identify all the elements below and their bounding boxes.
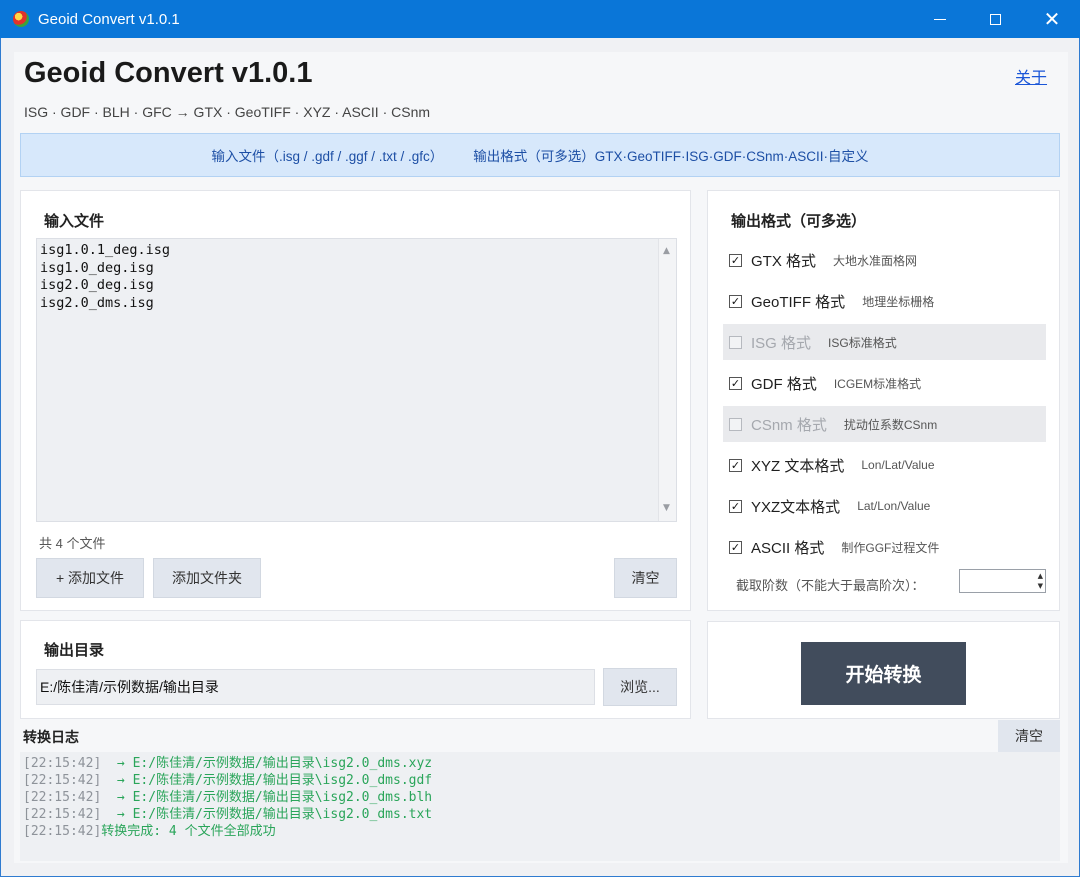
format-option[interactable]: ✓ GDF 格式 ICGEM标准格式	[723, 365, 1046, 401]
list-item[interactable]: isg1.0_deg.isg	[40, 260, 676, 278]
truncation-spinbox[interactable]: ▲ ▼	[959, 569, 1046, 593]
format-checkbox[interactable]: ✓	[729, 294, 742, 308]
format-checkbox	[729, 335, 742, 349]
checkmark-icon: ✓	[730, 540, 741, 554]
checkmark-icon: ✓	[730, 499, 741, 513]
clear-files-button[interactable]: 清空	[614, 558, 677, 598]
maximize-icon	[989, 13, 1001, 25]
format-name: GTX 格式	[751, 252, 817, 270]
output-formats-panel: 输出格式（可多选） ✓ GTX 格式 大地水准面格网 ✓ GeoTIFF 格式 地理坐标栅…	[707, 190, 1060, 611]
format-name: GeoTIFF 格式	[751, 293, 846, 311]
input-files-title: 输入文件	[44, 213, 105, 230]
truncation-label: 截取阶数（不能大于最高阶次）：	[736, 578, 925, 593]
format-description: ICGEM标准格式	[833, 376, 922, 391]
log-title: 转换日志	[23, 729, 79, 745]
minimize-button[interactable]	[914, 0, 966, 38]
add-folder-button[interactable]: 添加文件夹	[153, 558, 261, 598]
output-directory-title: 输出目录	[44, 642, 105, 659]
format-option: CSnm 格式 扰动位系数CSnm	[723, 406, 1046, 442]
about-link[interactable]: 关于	[1015, 64, 1047, 88]
format-option[interactable]: ✓ YXZ文本格式 Lat/Lon/Value	[723, 488, 1046, 524]
log-line: [22:15:42] → E:/陈佳清/示例数据/输出目录\isg2.0_dms…	[23, 755, 1060, 772]
format-option: ISG 格式 ISG标准格式	[723, 324, 1046, 360]
info-banner: 输入文件（.isg / .gdf / .ggf / .txt / .gfc） 输…	[20, 133, 1060, 177]
list-item[interactable]: isg1.0.1_deg.isg	[40, 242, 676, 260]
format-name: XYZ 文本格式	[751, 457, 845, 475]
format-name: ISG 格式	[751, 334, 812, 352]
checkmark-icon: ✓	[730, 376, 741, 390]
banner-output-info: 输出格式（可多选）GTX·GeoTIFF·ISG·GDF·CSnm·ASCII·…	[473, 149, 869, 164]
spin-up-icon[interactable]: ▲	[1038, 572, 1043, 580]
app-subtitle: ISG · GDF · BLH · GFC → GTX · GeoTIFF · …	[24, 104, 431, 120]
input-files-panel: 输入文件 isg1.0.1_deg.isg isg1.0_deg.isg isg…	[20, 190, 691, 611]
format-checkbox[interactable]: ✓	[729, 376, 742, 390]
window-title: Geoid Convert v1.0.1	[38, 10, 180, 28]
output-formats-title: 输出格式（可多选）	[731, 213, 867, 230]
start-convert-button[interactable]: 开始转换	[801, 642, 966, 705]
format-name: ASCII 格式	[751, 539, 825, 557]
log-timestamp: [22:15:42]	[23, 807, 102, 822]
file-list[interactable]: isg1.0.1_deg.isg isg1.0_deg.isg isg2.0_d…	[36, 238, 677, 522]
checkmark-icon: ✓	[730, 253, 741, 267]
clear-log-button[interactable]: 清空	[998, 720, 1060, 752]
log-timestamp: [22:15:42]	[23, 756, 102, 771]
format-description: 扰动位系数CSnm	[843, 417, 938, 432]
spin-down-icon[interactable]: ▼	[1038, 582, 1043, 590]
log-line: [22:15:42] → E:/陈佳清/示例数据/输出目录\isg2.0_dms…	[23, 806, 1060, 823]
format-description: 地理坐标栅格	[862, 294, 935, 309]
format-name: CSnm 格式	[751, 416, 827, 434]
format-description: ISG标准格式	[828, 335, 897, 350]
log-timestamp: [22:15:42]	[23, 773, 102, 788]
title-bar: Geoid Convert v1.0.1 ✕	[0, 0, 1080, 38]
format-name: YXZ文本格式	[751, 498, 841, 516]
maximize-button[interactable]	[969, 0, 1021, 38]
format-option[interactable]: ✓ XYZ 文本格式 Lon/Lat/Value	[723, 447, 1046, 483]
log-line: [22:15:42]转换完成: 4 个文件全部成功	[23, 823, 1060, 840]
scroll-up-icon[interactable]: ▲	[663, 243, 670, 261]
log-message: → E:/陈佳清/示例数据/输出目录\isg2.0_dms.blh	[101, 790, 433, 805]
banner-input-info: 输入文件（.isg / .gdf / .ggf / .txt / .gfc）	[211, 149, 444, 164]
log-line: [22:15:42] → E:/陈佳清/示例数据/输出目录\isg2.0_dms…	[23, 772, 1060, 789]
log-timestamp: [22:15:42]	[23, 824, 102, 839]
app-title: Geoid Convert v1.0.1	[24, 57, 313, 89]
list-item[interactable]: isg2.0_dms.isg	[40, 295, 676, 313]
format-checkbox[interactable]: ✓	[729, 458, 742, 472]
format-option[interactable]: ✓ GTX 格式 大地水准面格网	[723, 242, 1046, 278]
scroll-down-icon[interactable]: ▼	[663, 500, 670, 518]
format-description: 制作GGF过程文件	[841, 540, 940, 555]
output-directory-field[interactable]: E:/陈佳清/示例数据/输出目录	[36, 669, 595, 705]
format-name: GDF 格式	[751, 375, 817, 393]
format-checkbox[interactable]: ✓	[729, 499, 742, 513]
start-panel: 开始转换	[707, 621, 1060, 719]
log-message: 转换完成: 4 个文件全部成功	[101, 824, 276, 839]
close-button[interactable]: ✕	[1026, 0, 1078, 38]
checkmark-icon: ✓	[730, 458, 741, 472]
add-file-button[interactable]: + 添加文件	[36, 558, 144, 598]
log-message: → E:/陈佳清/示例数据/输出目录\isg2.0_dms.xyz	[101, 756, 433, 771]
list-item[interactable]: isg2.0_deg.isg	[40, 277, 676, 295]
format-description: 大地水准面格网	[833, 253, 918, 268]
format-option[interactable]: ✓ GeoTIFF 格式 地理坐标栅格	[723, 283, 1046, 319]
format-option[interactable]: ✓ ASCII 格式 制作GGF过程文件	[723, 529, 1046, 565]
file-list-scrollbar[interactable]: ▲ ▼	[658, 239, 676, 521]
log-line: [22:15:42] → E:/陈佳清/示例数据/输出目录\isg2.0_dms…	[23, 789, 1060, 806]
format-checkbox[interactable]: ✓	[729, 253, 742, 267]
browse-button[interactable]: 浏览...	[603, 668, 677, 706]
format-description: Lat/Lon/Value	[857, 499, 931, 513]
checkmark-icon: ✓	[730, 294, 741, 308]
globe-icon	[13, 11, 29, 27]
minimize-icon	[934, 18, 946, 20]
log-message: → E:/陈佳清/示例数据/输出目录\isg2.0_dms.gdf	[101, 773, 433, 788]
format-description: Lon/Lat/Value	[861, 458, 935, 472]
output-directory-panel: 输出目录 E:/陈佳清/示例数据/输出目录 浏览...	[20, 620, 691, 719]
log-message: → E:/陈佳清/示例数据/输出目录\isg2.0_dms.txt	[101, 807, 433, 822]
log-timestamp: [22:15:42]	[23, 790, 102, 805]
file-count: 共 4 个文件	[39, 536, 106, 551]
log-area[interactable]: [22:15:42] → E:/陈佳清/示例数据/输出目录\isg2.0_dms…	[20, 752, 1060, 861]
format-checkbox[interactable]: ✓	[729, 540, 742, 554]
close-icon: ✕	[1043, 7, 1061, 31]
format-checkbox	[729, 417, 742, 431]
